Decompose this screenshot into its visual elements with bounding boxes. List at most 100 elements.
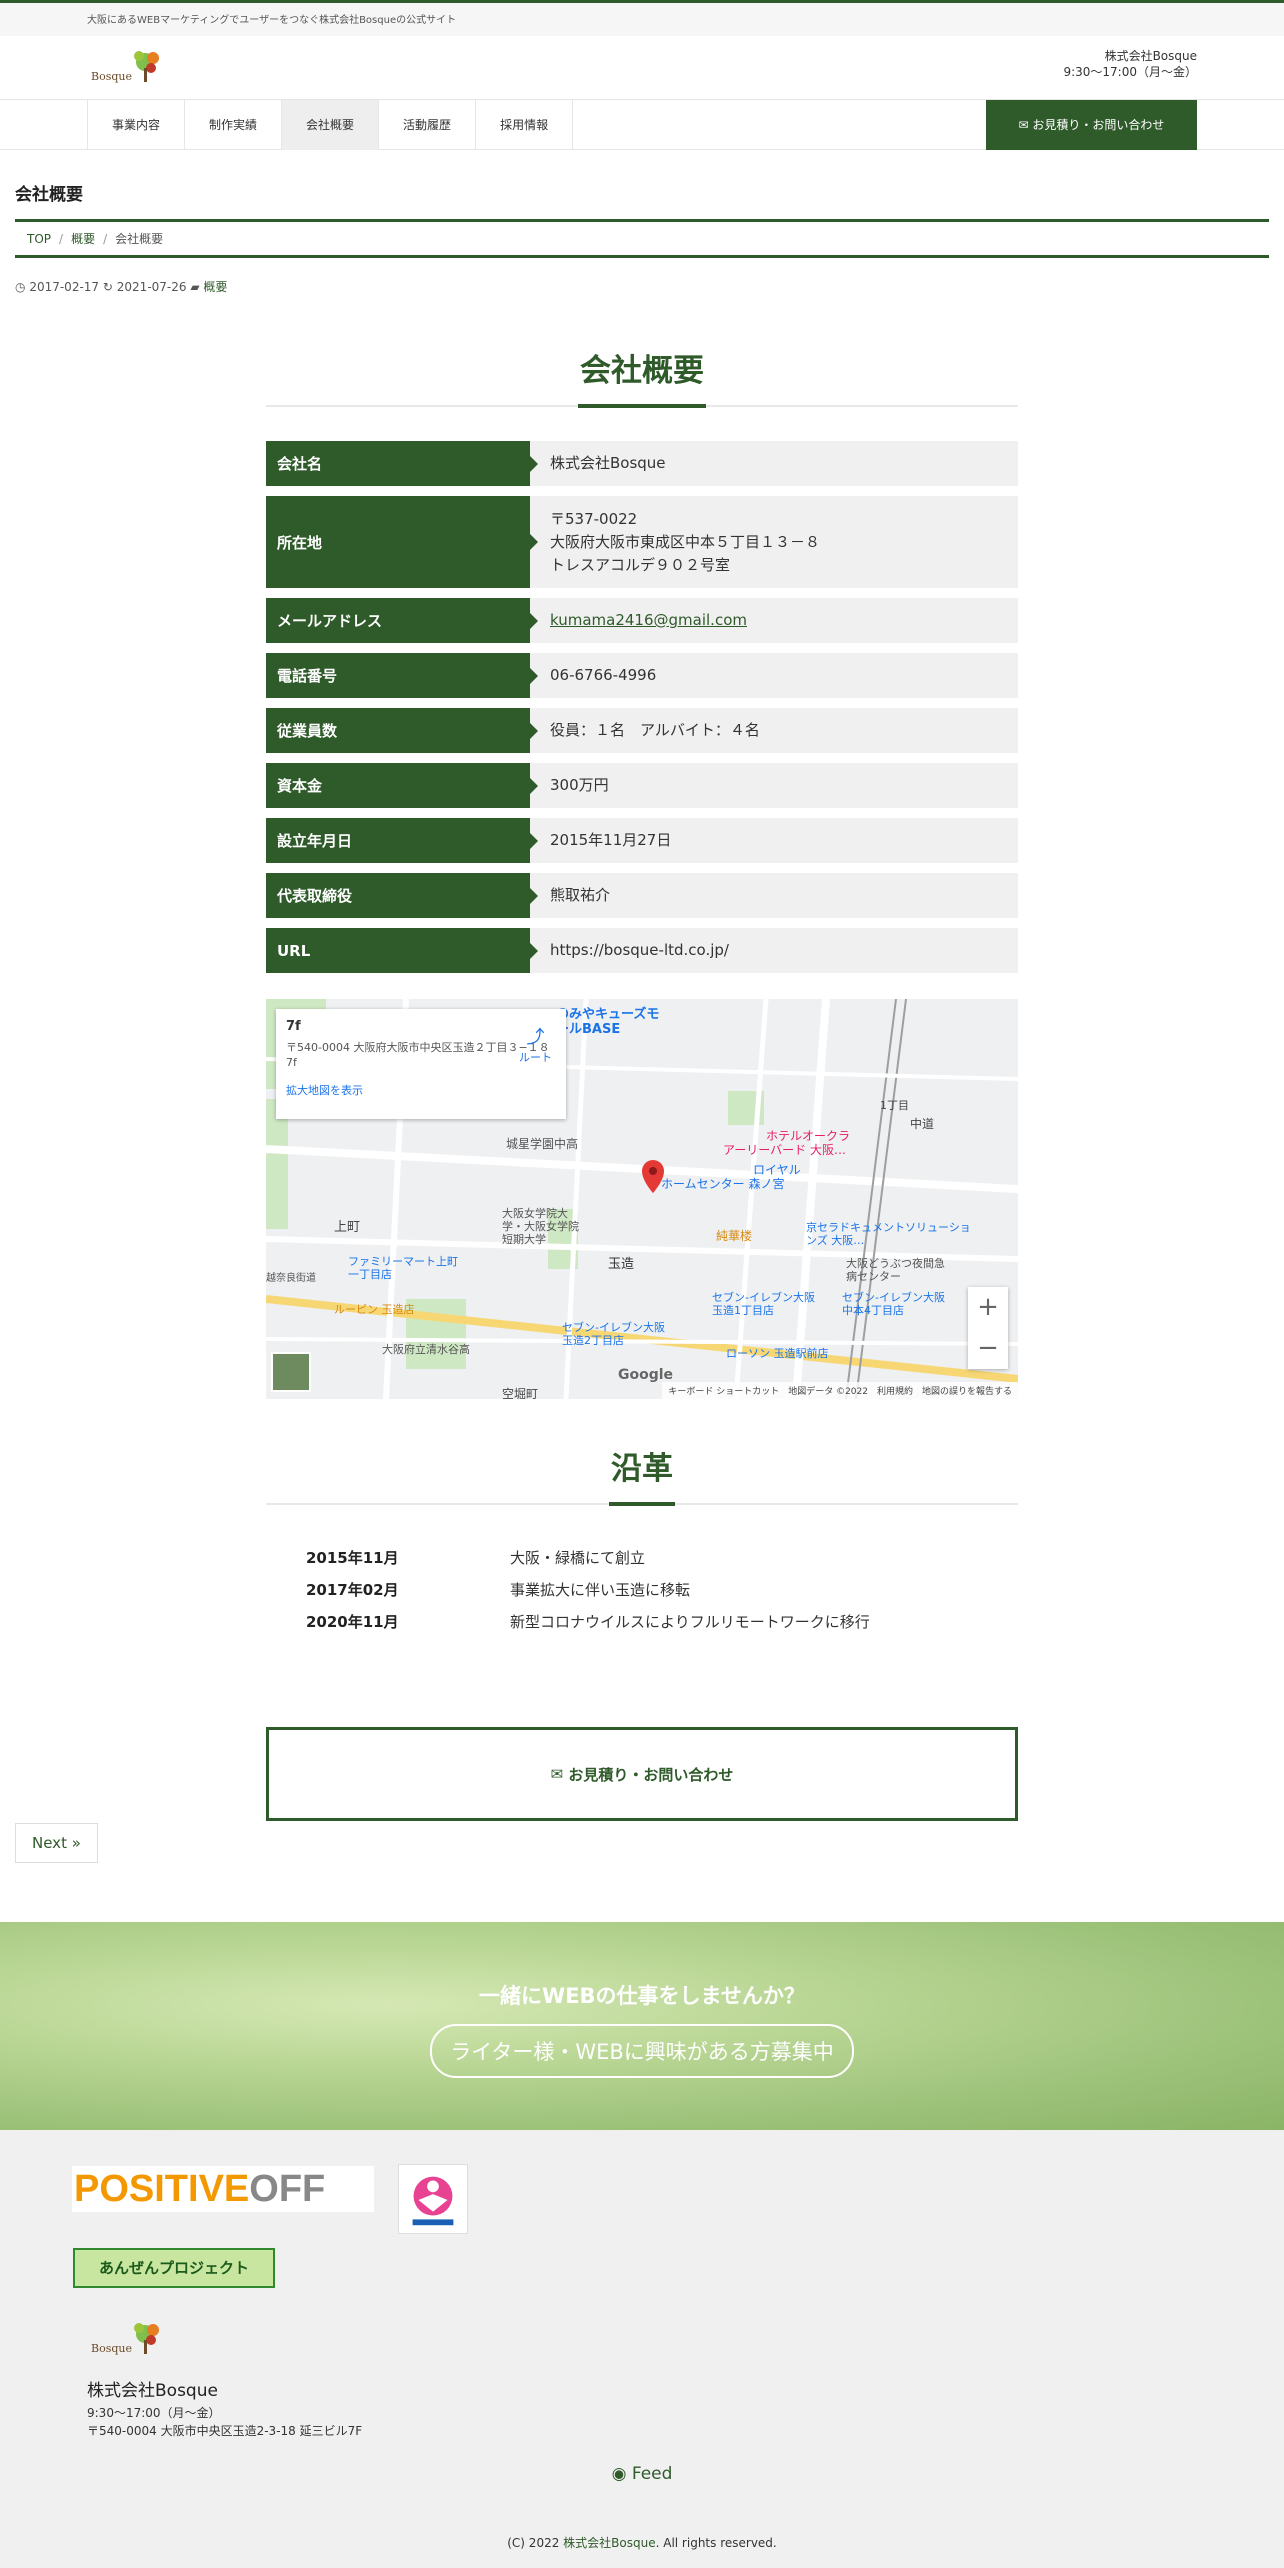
anzen-project-badge[interactable]: あんぜんプロジェクト [73, 2248, 275, 2288]
info-key: 資本金 [266, 763, 538, 808]
footer-logo-text: Bosque [91, 2342, 132, 2355]
breadcrumb-top[interactable]: TOP [27, 232, 51, 246]
map-label-animal-er: 大阪どうぶつ夜間急病センター [846, 1257, 945, 1283]
recruit-banner[interactable]: 一緒にWEBの仕事をしませんか？ ライター様・WEBに興味がある方募集中 [0, 1922, 1284, 2130]
banner-recruit-button[interactable]: ライター様・WEBに興味がある方募集中 [430, 2024, 854, 2078]
map-label-earlybird: アーリーバード 大阪… [723, 1143, 846, 1157]
next-page-button[interactable]: Next » [15, 1823, 98, 1863]
mail-icon: ✉ [1018, 118, 1033, 132]
info-value: 300万円 [530, 763, 1018, 808]
company-info-table: 会社名 株式会社Bosque 所在地 〒537-0022 大阪府大阪市東成区中本… [266, 441, 1018, 973]
health-company-badge[interactable] [398, 2164, 468, 2234]
footer-bosque-logo[interactable]: Bosque [87, 2320, 165, 2360]
map-label-tamatsukuri: 玉造 [608, 1257, 635, 1272]
posted-date: 2017-02-17 [29, 280, 100, 294]
folder-icon: ▰ [190, 280, 200, 294]
header-contact-info: 株式会社Bosque 9:30～17:00（月～金） [1063, 48, 1197, 80]
map-card-address: 〒540-0004 大阪府大阪市中央区玉造２丁目３−１８ 7f [286, 1041, 550, 1069]
map-label-nakamichi: 中道 [910, 1117, 935, 1131]
company-heading-block: 会社概要 [266, 345, 1018, 408]
info-value: https://bosque-ltd.co.jp/ [530, 928, 1018, 973]
tagline: 大阪にあるWEBマーケティングでユーザーをつなぐ株式会社Bosqueの公式サイト [87, 15, 457, 26]
nav-item-recruit[interactable]: 採用情報 [476, 100, 574, 150]
info-row-name: 会社名 株式会社Bosque [266, 441, 1018, 486]
info-key: 所在地 [266, 496, 538, 588]
positive-off-logo[interactable]: POSITIVEOFF [72, 2166, 374, 2212]
history-list: 2015年11月 大阪・緑橋にて創立 2017年02月 事業拡大に伴い玉造に移転 2… [266, 1541, 1018, 1637]
info-key: 電話番号 [266, 653, 538, 698]
map-footer-links[interactable]: キーボード ショートカット 地図データ ©2022 利用規約 地図の誤りを報告す… [662, 1382, 1018, 1399]
directions-icon: ⤴ [526, 1027, 545, 1048]
map-label-qsmall: のみやキューズモールBASE [556, 1007, 660, 1037]
logo-text: Bosque [91, 70, 132, 83]
history-heading: 沿革 [609, 1443, 675, 1506]
mail-icon: ✉ [550, 1765, 569, 1783]
contact-cta-button[interactable]: ✉ お見積り・お問い合わせ [266, 1727, 1018, 1821]
breadcrumb-overview[interactable]: 概要 [71, 232, 95, 246]
map-label-seven-3: セブン-イレブン大阪中本4丁目店 [842, 1291, 945, 1317]
info-key: 従業員数 [266, 708, 538, 753]
map-route-button[interactable]: ⤴ ルート [519, 1023, 552, 1065]
map-label-osaka-jogakuin: 大阪女学院大学・大阪女学院短期大学 [502, 1207, 579, 1246]
info-key: 会社名 [266, 441, 538, 486]
banner-headline: 一緒にWEBの仕事をしませんか？ [479, 1984, 805, 2008]
header-company: 株式会社Bosque [1104, 49, 1197, 63]
history-item: 2017年02月 事業拡大に伴い玉造に移転 [306, 1580, 691, 1599]
email-link[interactable]: kumama2416@gmail.com [550, 609, 747, 632]
map-label-shimizudani: 大阪府立清水谷高 [382, 1343, 470, 1356]
info-key: メールアドレス [266, 598, 538, 643]
history-item: 2015年11月 大阪・緑橋にて創立 [306, 1548, 646, 1567]
company-heading: 会社概要 [578, 345, 706, 408]
breadcrumb: TOP / 概要 / 会社概要 [15, 222, 1269, 258]
main-nav: 事業内容 制作実績 会社概要 活動履歴 採用情報 ✉ お見積り・お問い合わせ [0, 100, 1284, 150]
info-key: URL [266, 928, 538, 973]
bosque-logo[interactable]: Bosque [87, 48, 165, 88]
page-title: 会社概要 [15, 180, 1269, 222]
map-label-karahori: 空堀町 [502, 1387, 539, 1399]
info-row-employees: 従業員数 役員：１名 アルバイト：４名 [266, 708, 1018, 753]
info-value: 06-6766-4996 [530, 653, 1018, 698]
map-label-seven-2: セブン-イレブン大阪玉造2丁目店 [562, 1321, 665, 1347]
feed-link[interactable]: ◉ Feed [0, 2464, 1284, 2484]
info-key: 代表取締役 [266, 873, 538, 918]
satellite-toggle[interactable] [271, 1352, 311, 1392]
map-label-school: 城星学園中高 [506, 1137, 579, 1151]
info-row-phone: 電話番号 06-6766-4996 [266, 653, 1018, 698]
header-hours: 9:30～17:00（月～金） [1063, 65, 1197, 79]
info-value: 株式会社Bosque [530, 441, 1018, 486]
map-zoom-controls: + − [968, 1287, 1008, 1369]
map-label-junkarou: 純華楼 [716, 1229, 753, 1243]
site-footer: POSITIVEOFF あんぜんプロジェクト Bosque 株式会社Bosque… [0, 2130, 1284, 2568]
google-logo: Google [618, 1367, 674, 1383]
updated-date: 2021-07-26 [116, 280, 187, 294]
info-value: 役員：１名 アルバイト：４名 [530, 708, 1018, 753]
info-value: 〒537-0022 大阪府大阪市東成区中本５丁目１３－８ トレスアコルデ９０２号… [530, 496, 1018, 588]
zoom-in-button[interactable]: + [968, 1287, 1008, 1328]
map-label-familymart: ファミリーマート上町一丁目店 [348, 1255, 458, 1281]
nav-item-services[interactable]: 事業内容 [88, 100, 186, 150]
category-link[interactable]: 概要 [203, 280, 227, 294]
main-content: 会社概要 会社名 株式会社Bosque 所在地 〒537-0022 大阪府大阪市… [266, 345, 1018, 1821]
clock-icon: ◷ [15, 280, 26, 294]
footer-address: 〒540-0004 大阪市中央区玉造2-3-18 延三ビル7F [87, 2424, 363, 2438]
info-row-capital: 資本金 300万円 [266, 763, 1018, 808]
zoom-out-button[interactable]: − [968, 1328, 1008, 1369]
info-value: kumama2416@gmail.com [530, 598, 1018, 643]
map-label-lawson: ローソン 玉造駅前店 [726, 1347, 829, 1360]
footer-hours: 9:30～17:00（月～金） [87, 2406, 221, 2420]
site-header: Bosque 株式会社Bosque 9:30～17:00（月～金） [0, 36, 1284, 100]
info-row-url: URL https://bosque-ltd.co.jp/ [266, 928, 1018, 973]
copyright: (C) 2022 株式会社Bosque. All rights reserved… [507, 2536, 777, 2550]
map-enlarge-link[interactable]: 拡大地図を表示 [286, 1082, 556, 1098]
copyright-company-link[interactable]: 株式会社Bosque [563, 2536, 655, 2550]
nav-item-activity[interactable]: 活動履歴 [379, 100, 477, 150]
nav-contact-button[interactable]: ✉ お見積り・お問い合わせ [986, 100, 1197, 150]
cta-label: お見積り・お問い合わせ [568, 1765, 734, 1784]
map-label-kyocera: 京セラドキュメントソリューションズ 大阪… [806, 1221, 971, 1247]
map-label-lupin: ルーピン 玉造店 [334, 1303, 415, 1316]
google-map[interactable]: のみやキューズモールBASE 城星学園中高 ホテルオークラ アーリーバード 大阪… [266, 999, 1018, 1399]
nav-item-works[interactable]: 制作実績 [185, 100, 283, 150]
info-value: 熊取祐介 [530, 873, 1018, 918]
nav-item-company[interactable]: 会社概要 [282, 100, 380, 150]
info-row-email: メールアドレス kumama2416@gmail.com [266, 598, 1018, 643]
